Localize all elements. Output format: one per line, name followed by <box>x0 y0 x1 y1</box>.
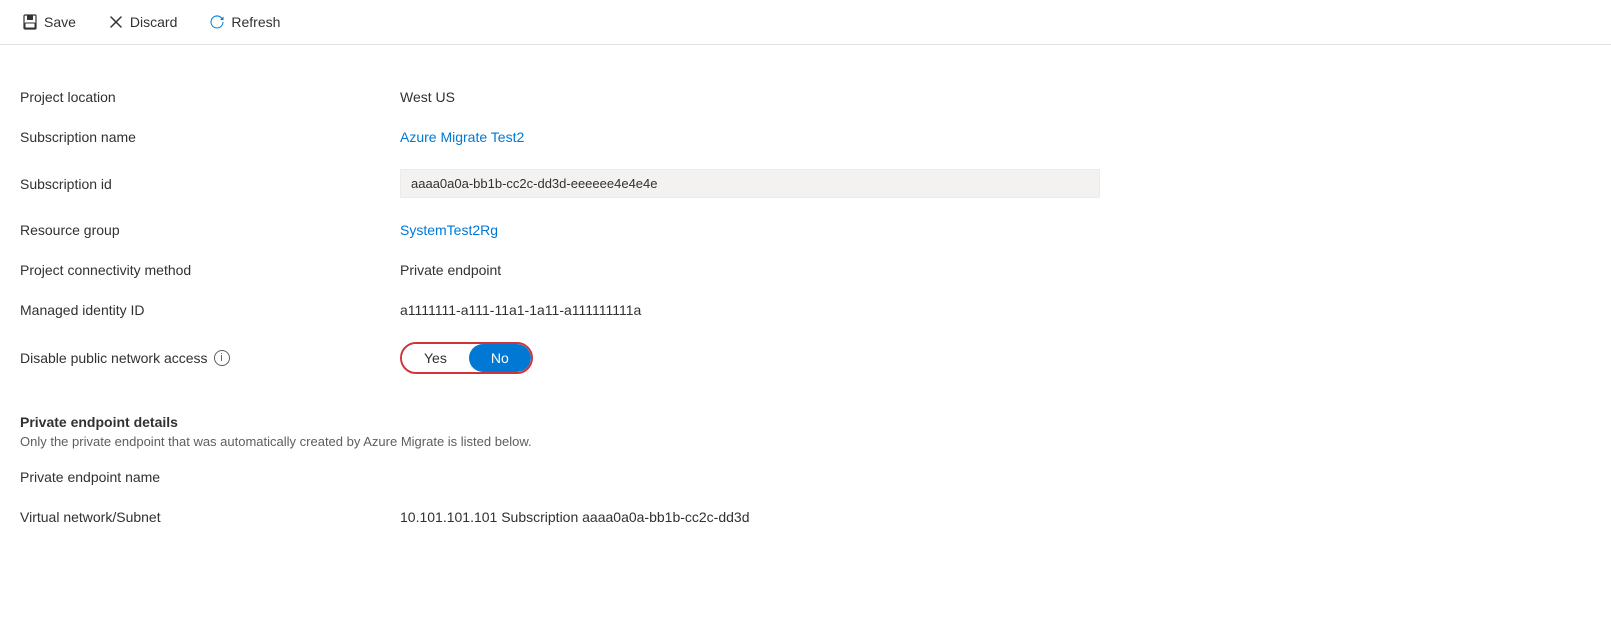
refresh-button[interactable]: Refresh <box>203 10 286 34</box>
discard-icon <box>108 14 124 30</box>
connectivity-method-label: Project connectivity method <box>20 250 400 290</box>
subscription-id-label: Subscription id <box>20 157 400 210</box>
refresh-label: Refresh <box>231 14 280 30</box>
managed-identity-label: Managed identity ID <box>20 290 400 330</box>
content-area: Project location West US Subscription na… <box>0 45 1611 557</box>
save-label: Save <box>44 14 76 30</box>
private-endpoint-heading: Private endpoint details <box>20 386 1591 434</box>
toggle-yes-button[interactable]: Yes <box>402 344 469 372</box>
project-location-value: West US <box>400 77 1591 117</box>
resource-group-label: Resource group <box>20 210 400 250</box>
toolbar: Save Discard Refresh <box>0 0 1611 45</box>
disable-public-label: Disable public network access i <box>20 330 400 386</box>
subscription-name-label: Subscription name <box>20 117 400 157</box>
virtual-network-label: Virtual network/Subnet <box>20 497 400 537</box>
project-location-label: Project location <box>20 77 400 117</box>
info-icon[interactable]: i <box>214 350 230 366</box>
private-endpoint-name-label: Private endpoint name <box>20 457 400 497</box>
discard-button[interactable]: Discard <box>102 10 183 34</box>
resource-group-value[interactable]: SystemTest2Rg <box>400 210 1591 250</box>
toggle-no-button[interactable]: No <box>469 344 531 372</box>
subscription-id-box: aaaa0a0a-bb1b-cc2c-dd3d-eeeeee4e4e4e <box>400 169 1100 198</box>
discard-label: Discard <box>130 14 177 30</box>
toggle-container: Yes No <box>400 330 1591 386</box>
toggle-group: Yes No <box>400 342 533 374</box>
private-endpoint-name-value <box>400 457 1591 497</box>
save-button[interactable]: Save <box>16 10 82 34</box>
properties-grid: Project location West US Subscription na… <box>20 77 1591 537</box>
save-icon <box>22 14 38 30</box>
virtual-network-value: 10.101.101.101 Subscription aaaa0a0a-bb1… <box>400 497 1591 537</box>
subscription-id-value: aaaa0a0a-bb1b-cc2c-dd3d-eeeeee4e4e4e <box>400 157 1591 210</box>
subscription-name-value[interactable]: Azure Migrate Test2 <box>400 117 1591 157</box>
private-endpoint-subtext: Only the private endpoint that was autom… <box>20 434 1591 457</box>
managed-identity-value: a1111111-a111-11a1-1a11-a111111111a <box>400 290 1591 330</box>
refresh-icon <box>209 14 225 30</box>
connectivity-method-value: Private endpoint <box>400 250 1591 290</box>
